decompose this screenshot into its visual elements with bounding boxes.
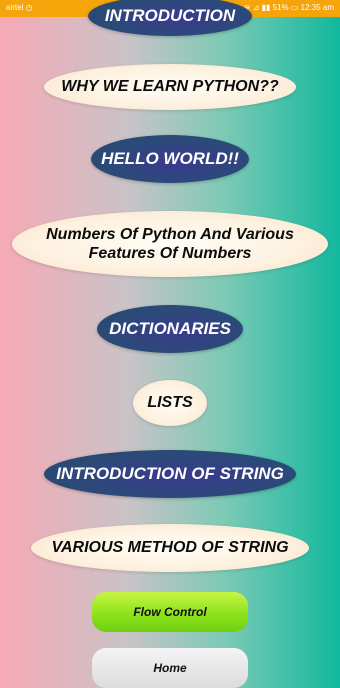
introduction-of-string-button[interactable]: INTRODUCTION OF STRING — [44, 450, 296, 498]
introduction-button[interactable]: INTRODUCTION — [88, 0, 252, 36]
various-method-of-string-button[interactable]: VARIOUS METHOD OF STRING — [31, 524, 309, 572]
lists-label: LISTS — [147, 394, 193, 412]
why-learn-python-button[interactable]: WHY WE LEARN PYTHON?? — [44, 64, 296, 110]
lists-button[interactable]: LISTS — [133, 380, 207, 426]
various-method-of-string-label: VARIOUS METHOD OF STRING — [51, 539, 289, 557]
home-button[interactable]: Home — [92, 648, 248, 688]
hello-world-button[interactable]: HELLO WORLD!! — [91, 135, 249, 183]
hello-world-label: HELLO WORLD!! — [101, 148, 239, 168]
numbers-of-python-button[interactable]: Numbers Of Python And Various Features O… — [12, 211, 328, 277]
introduction-of-string-label: INTRODUCTION OF STRING — [56, 463, 284, 483]
home-label: Home — [153, 661, 187, 675]
numbers-of-python-label: Numbers Of Python And Various Features O… — [46, 225, 294, 262]
flow-control-label: Flow Control — [133, 605, 207, 619]
why-learn-python-label: WHY WE LEARN PYTHON?? — [61, 78, 279, 96]
flow-control-button[interactable]: Flow Control — [92, 592, 248, 632]
status-bar-carrier: airtel ◷ — [6, 3, 33, 12]
introduction-label: INTRODUCTION — [104, 5, 236, 25]
dictionaries-button[interactable]: DICTIONARIES — [97, 305, 243, 353]
dictionaries-label: DICTIONARIES — [109, 318, 231, 338]
